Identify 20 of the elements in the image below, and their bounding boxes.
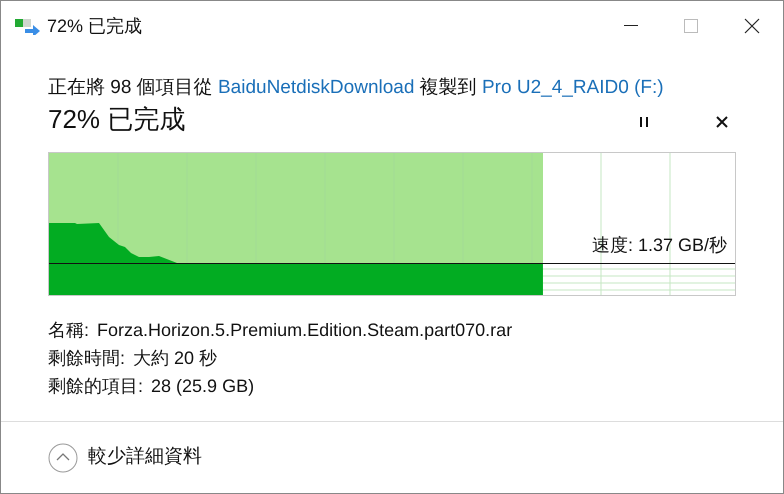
detail-value: 28 (25.9 GB) — [151, 375, 254, 398]
close-icon — [716, 116, 728, 128]
detail-value: 大約 20 秒 — [133, 347, 218, 370]
chevron-icon — [48, 442, 78, 472]
minimize-icon — [624, 25, 638, 27]
detail-label: 剩餘的項目: — [48, 375, 144, 398]
close-icon — [744, 18, 760, 34]
detail-label: 名稱: — [48, 319, 90, 342]
pause-icon — [639, 116, 649, 128]
detail-label: 剩餘時間: — [48, 347, 126, 370]
copy-status-text: 正在將 98 個項目從 BaiduNetdiskDownload 複製到 Pro U2_4_RAID0 (F:) — [48, 76, 665, 100]
details-toggle-button[interactable]: 較少詳細資料 — [48, 442, 202, 472]
progress-title: 72% 已完成 — [48, 103, 186, 136]
folder-link[interactable]: BaiduNetdiskDownload — [218, 77, 414, 98]
maximize-icon — [684, 19, 698, 33]
speed-label: 速度: 1.37 GB/秒 — [592, 234, 727, 257]
copy-icon — [15, 17, 41, 35]
folder-link[interactable]: Pro U2_4_RAID0 (F:) — [482, 77, 664, 98]
detail-value: Forza.Horizon.5.Premium.Edition.Steam.part070.rar — [97, 319, 512, 342]
window-title: 72% 已完成 — [47, 14, 142, 38]
